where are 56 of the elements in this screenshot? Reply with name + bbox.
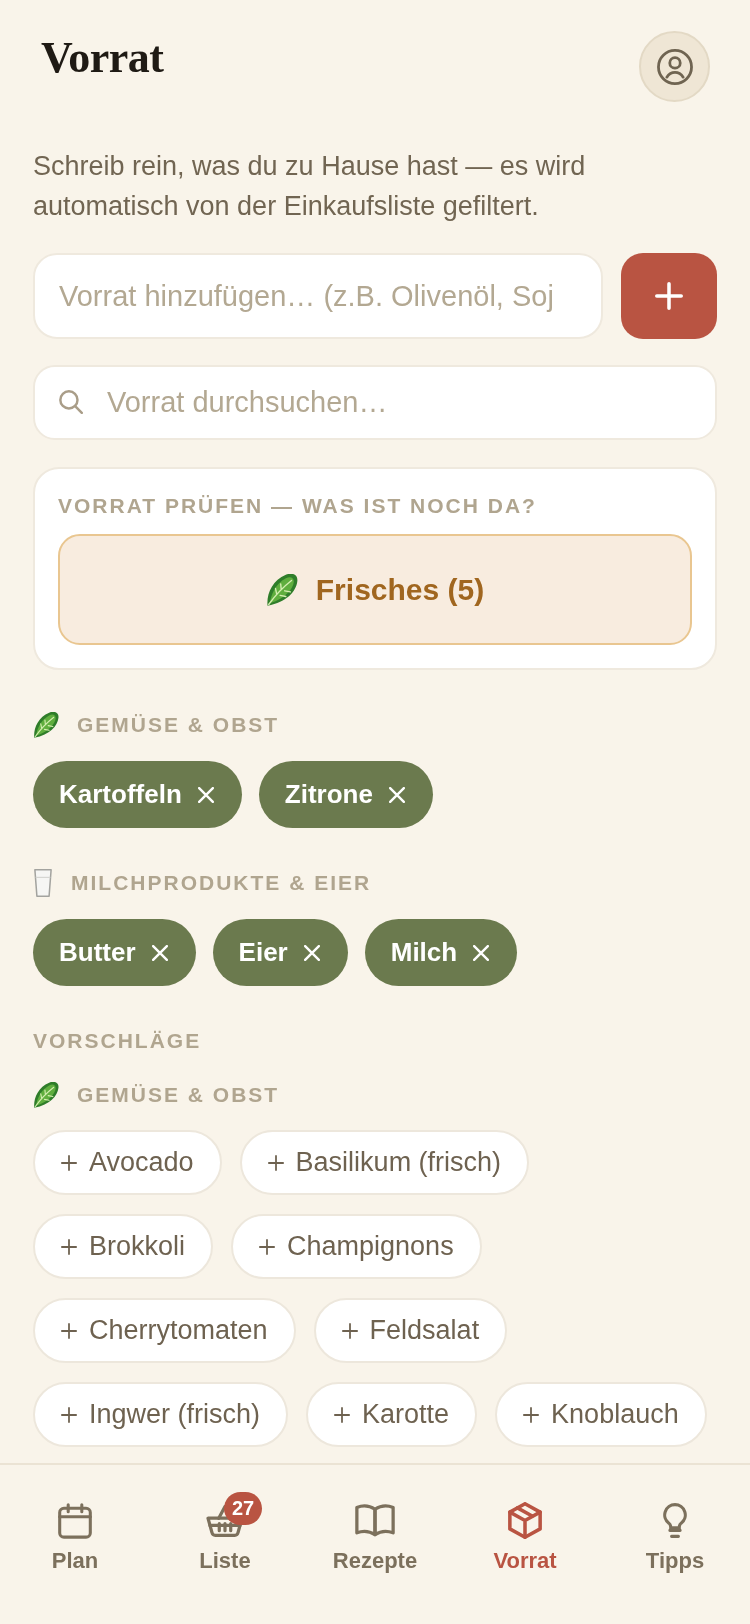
plus-icon [61,1154,77,1171]
milk-glass-icon [33,869,53,897]
suggestion-chip[interactable]: Knoblauch [495,1382,707,1447]
section-heading: VORSCHLÄGE [33,1028,203,1054]
leaf-icon [265,573,298,606]
close-icon [388,786,405,803]
suggestion-chip[interactable]: Champignons [231,1214,482,1279]
suggestion-chip[interactable]: Avocado [33,1130,222,1195]
search-icon [59,390,83,414]
box-icon [508,1502,542,1539]
plus-icon [655,282,683,310]
nav-tab[interactable]: Tipps [600,1490,750,1574]
plus-icon [61,1406,77,1423]
nav-tab[interactable]: Vorrat [450,1490,600,1574]
category-heading: MILCHPRODUKTE & EIER [71,870,372,896]
suggestion-chip[interactable]: Basilikum (frisch) [239,1130,530,1195]
category-check-button[interactable]: Frisches (5) [58,534,692,645]
card-title: VORRAT PRÜFEN — WAS IST NOCH DA? [58,493,538,519]
suggestion-chip[interactable]: Cherrytomaten [33,1298,296,1363]
close-icon [151,944,168,961]
plus-icon [61,1238,77,1255]
nav-tab[interactable]: Plan [0,1490,150,1574]
leaf-icon [33,1082,59,1108]
suggestion-chip[interactable]: Brokkoli [33,1214,214,1279]
calendar-icon [58,1502,92,1539]
leaf-icon [33,712,59,738]
suggestion-chip[interactable]: Ingwer (frisch) [33,1382,289,1447]
nav-tab[interactable]: Rezepte [300,1490,450,1574]
intro-text: Schreib rein, was du zu Hause hast — es wird automatisch von der Einkaufsliste gefiltert. [33,150,587,223]
plus-icon [267,1154,284,1171]
pantry-chip[interactable]: Zitrone [258,761,433,828]
close-icon [473,944,490,961]
pantry-chip[interactable]: Butter [33,919,196,986]
search-field[interactable]: Vorrat durchsuchen… [33,365,717,440]
category-heading: GEMÜSE & OBST [77,712,280,738]
plus-icon [61,1322,77,1339]
category-heading: GEMÜSE & OBST [77,1082,280,1108]
book-icon [355,1504,395,1537]
close-icon [303,944,320,961]
plus-icon [259,1238,276,1255]
add-field[interactable]: Vorrat hinzufügen… (z.B. Olivenöl, Soj [33,253,603,339]
pantry-chip[interactable]: Kartoffeln [33,761,242,828]
plus-icon [523,1406,540,1423]
lightbulb-icon [663,1503,687,1538]
pantry-chip[interactable]: Milch [364,919,518,986]
suggestion-chip[interactable]: Feldsalat [313,1298,508,1363]
plus-icon [334,1406,351,1423]
close-icon [197,786,214,803]
pantry-chip[interactable]: Eier [212,919,348,986]
page-title: Vorrat [41,34,164,82]
plus-icon [341,1322,358,1339]
add-button[interactable] [621,253,717,339]
user-icon [656,48,693,85]
count-badge: 27 [224,1492,262,1525]
nav-tab[interactable]: 27 Liste [150,1490,300,1574]
suggestion-chip[interactable]: Karotte [306,1382,478,1447]
